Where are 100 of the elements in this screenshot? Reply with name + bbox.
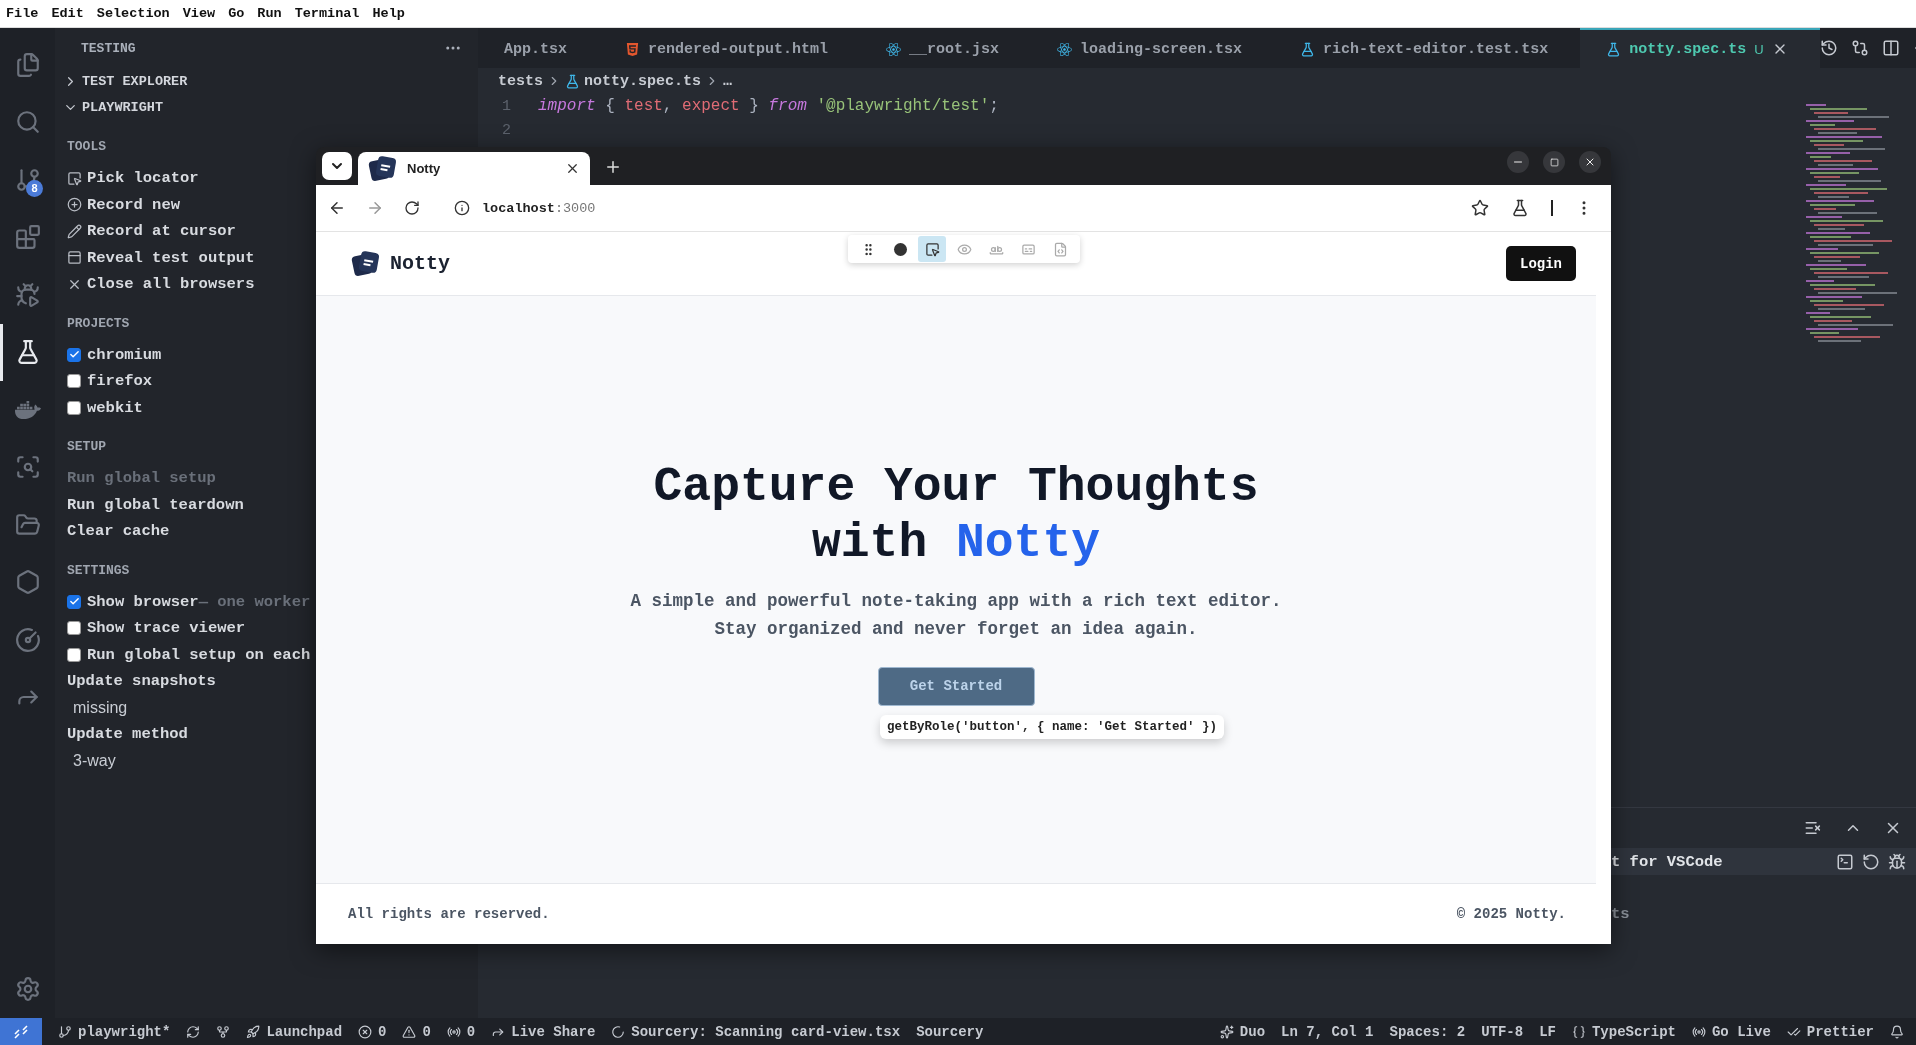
menu-item[interactable]: Edit — [51, 6, 84, 21]
checkbox-label: firefox — [87, 372, 153, 391]
status-item[interactable]: Ln 7, Col 1 — [1281, 1023, 1374, 1040]
record-dot-icon — [893, 242, 907, 256]
status-item[interactable]: Spaces: 2 — [1389, 1023, 1466, 1040]
tool-action[interactable]: Close all browsers — [87, 275, 255, 294]
forward-icon[interactable] — [366, 199, 384, 217]
menu-item[interactable]: Selection — [96, 6, 170, 21]
menu-item[interactable]: File — [6, 6, 39, 21]
minimize-button[interactable] — [1507, 151, 1529, 173]
status-item[interactable]: Sourcery: Scanning card-view.tsx — [611, 1023, 901, 1040]
menu-item[interactable]: Run — [257, 6, 282, 21]
close-button[interactable] — [1579, 151, 1601, 173]
view-header[interactable]: TEST EXPLORER — [82, 73, 188, 89]
checkbox[interactable] — [67, 621, 81, 636]
branch-icon — [58, 1024, 72, 1039]
menu-item[interactable]: Terminal — [294, 6, 360, 21]
menu-item[interactable]: Go — [228, 6, 245, 21]
new-tab-icon[interactable] — [604, 158, 622, 176]
maximize-button[interactable] — [1543, 151, 1565, 173]
breadcrumb[interactable]: notty.spec.ts — [584, 72, 702, 90]
fork-icon — [216, 1024, 231, 1039]
status-item[interactable]: Go Live — [1691, 1023, 1771, 1040]
activity-button[interactable]: 8 — [0, 151, 55, 209]
breadcrumb[interactable]: … — [723, 72, 733, 90]
status-item[interactable] — [1890, 1024, 1904, 1039]
status-item[interactable]: Duo — [1219, 1023, 1266, 1040]
status-item[interactable]: 0 — [358, 1023, 387, 1040]
checkbox[interactable] — [67, 594, 81, 609]
browser-tab[interactable]: Notty — [358, 152, 590, 185]
login-button[interactable]: Login — [1506, 246, 1576, 281]
spinner-icon — [611, 1024, 626, 1039]
info-icon[interactable] — [454, 200, 470, 216]
view-header[interactable]: PLAYWRIGHT — [82, 100, 163, 116]
status-item[interactable]: TypeScript — [1571, 1023, 1676, 1040]
status-item[interactable]: Live Share — [491, 1023, 596, 1040]
flask-icon[interactable] — [1511, 199, 1529, 217]
status-item[interactable] — [216, 1024, 231, 1039]
setting-label: Update method — [67, 725, 188, 744]
rerun-icon[interactable] — [1862, 852, 1880, 871]
status-item[interactable]: 0 — [446, 1023, 476, 1040]
close-icon[interactable] — [565, 161, 580, 176]
remote-button[interactable] — [0, 1018, 42, 1045]
line-number: 2 — [501, 121, 512, 139]
captions-icon — [1020, 241, 1036, 257]
tool-action[interactable]: Pick locator — [87, 169, 199, 188]
history-icon[interactable] — [1819, 39, 1838, 57]
editor-tab[interactable]: loading-screen.tsx — [1031, 28, 1275, 68]
checkbox[interactable] — [67, 347, 81, 362]
action-link[interactable]: Clear cache — [67, 522, 170, 541]
html-icon — [625, 41, 640, 57]
status-item[interactable]: LF — [1539, 1023, 1556, 1040]
recorder-tool[interactable] — [918, 236, 946, 262]
checkbox[interactable] — [67, 374, 81, 389]
breadcrumb[interactable]: tests — [498, 72, 543, 90]
status-item[interactable]: 0 — [402, 1023, 431, 1040]
setting-value[interactable]: 3-way — [73, 747, 116, 774]
tool-action[interactable]: Reveal test output — [87, 248, 255, 267]
editor-tab[interactable]: __root.jsx — [860, 28, 1032, 68]
editor-tab[interactable]: notty.spec.ts U — [1580, 28, 1820, 68]
menu-item[interactable]: View — [182, 6, 216, 21]
reload-icon[interactable] — [404, 200, 420, 216]
plus-circle-icon — [67, 197, 82, 213]
close-icon — [1584, 156, 1596, 168]
status-item[interactable]: playwright* — [58, 1023, 171, 1040]
star-icon[interactable] — [1471, 199, 1489, 217]
back-icon[interactable] — [328, 199, 346, 217]
terminal-icon[interactable] — [1836, 852, 1854, 871]
setting-value[interactable]: missing — [73, 694, 128, 721]
address-bar[interactable]: localhost:3000 — [482, 200, 596, 216]
checkbox[interactable] — [67, 647, 81, 662]
checkbox-label: Run global setup on each — [87, 645, 311, 664]
compare-icon[interactable] — [1850, 39, 1869, 57]
tool-action[interactable]: Record at cursor — [87, 222, 236, 241]
split-icon[interactable] — [1881, 39, 1900, 57]
tab-search-button[interactable] — [322, 152, 352, 180]
selected-row[interactable]: t for VSCode — [1611, 848, 1916, 875]
bug-icon[interactable] — [1888, 852, 1906, 871]
editor-tab[interactable]: rich-text-editor.test.tsx — [1274, 28, 1581, 68]
status-item[interactable]: UTF-8 — [1481, 1023, 1524, 1040]
code-line: import { test, expect } from '@playwright/test'; — [538, 97, 999, 115]
get-started-button[interactable]: Get Started — [877, 666, 1035, 706]
files-icon — [14, 51, 41, 78]
checkbox[interactable] — [67, 400, 81, 415]
bug-play-icon — [14, 281, 41, 308]
action-link[interactable]: Run global teardown — [67, 495, 244, 514]
clear-list-icon[interactable] — [1804, 819, 1822, 837]
status-item[interactable] — [186, 1024, 201, 1039]
folder-icon — [14, 511, 41, 538]
notty-logo-icon — [351, 248, 381, 279]
editor-tab[interactable]: rendered-output.html — [599, 28, 861, 68]
code-file-icon — [1052, 241, 1068, 257]
rocket-icon — [246, 1024, 261, 1039]
menu-item[interactable]: Help — [372, 6, 405, 21]
editor-tab[interactable]: App.tsx — [478, 28, 599, 68]
status-item[interactable]: Sourcery — [916, 1023, 984, 1040]
tool-action[interactable]: Record new — [87, 195, 180, 214]
status-item[interactable]: Launchpad — [246, 1023, 343, 1040]
settings-icon[interactable] — [14, 976, 41, 1002]
status-item[interactable]: Prettier — [1786, 1023, 1874, 1040]
